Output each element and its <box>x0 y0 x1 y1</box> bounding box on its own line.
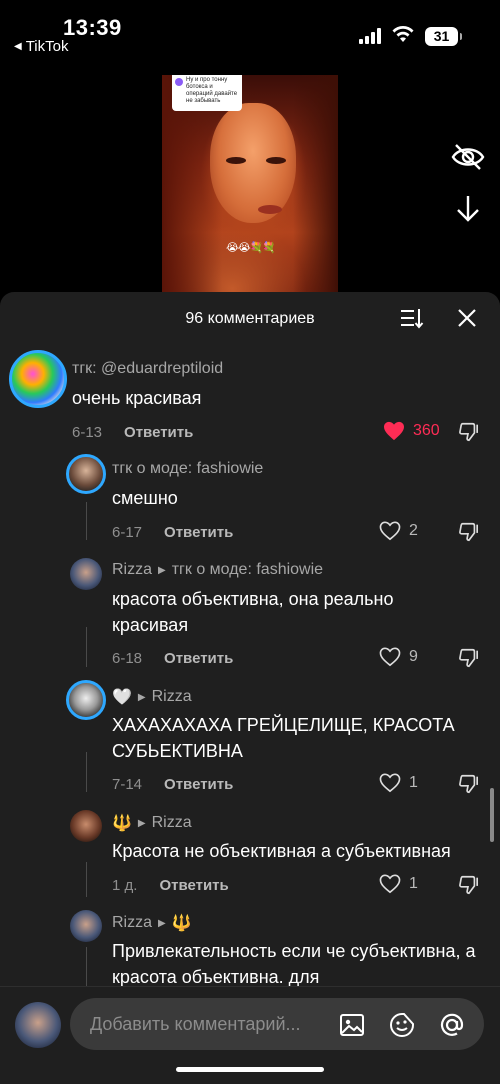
heart-outline-icon <box>379 521 401 541</box>
comment-text: красота объективна, она реально красивая <box>112 589 394 635</box>
reply-arrow-icon: ▶ <box>158 564 166 576</box>
like-count: 1 <box>409 774 418 791</box>
comment-composer: Добавить комментарий... <box>0 986 500 1084</box>
comment-text: очень красивая <box>72 388 202 408</box>
wifi-icon <box>392 26 414 42</box>
download-icon[interactable] <box>455 194 481 224</box>
comment-text: смешно <box>112 488 178 508</box>
comments-count-title: 96 комментариев <box>185 310 315 327</box>
back-app-label: TikTok <box>25 38 69 55</box>
comment-date: 1 д. <box>112 877 138 894</box>
close-icon[interactable] <box>456 307 478 329</box>
like-count: 360 <box>413 422 440 439</box>
comment-meta: 6-17 Ответить <box>112 524 233 541</box>
reply-button[interactable]: Ответить <box>164 776 233 793</box>
back-to-app-button[interactable]: ◀ TikTok <box>14 38 68 55</box>
comment-author[interactable]: тгк о моде: fashiowie <box>112 460 263 478</box>
my-avatar[interactable] <box>15 1002 61 1048</box>
heart-outline-icon <box>379 647 401 667</box>
comment-author[interactable]: тгк: @eduardreptiloid <box>72 360 223 378</box>
comments-sheet: 96 комментариев тгк: @eduardreptiloid оч… <box>0 292 500 1084</box>
question-icon <box>175 78 183 86</box>
sort-icon[interactable] <box>400 306 424 330</box>
avatar[interactable] <box>66 454 106 494</box>
comment-text: Привлекательность если че субъективна, а… <box>112 941 476 987</box>
video-face <box>210 103 296 223</box>
like-button[interactable]: 9 <box>379 647 418 667</box>
reply-button[interactable]: Ответить <box>124 424 193 441</box>
comment-input[interactable]: Добавить комментарий... <box>70 998 484 1050</box>
cellular-signal-icon <box>359 28 381 44</box>
video-player[interactable]: Ну и про тонну ботокса и операций давайт… <box>162 75 338 300</box>
heart-filled-icon <box>384 421 404 441</box>
comment-author[interactable]: 🤍 ▶ Rizza <box>112 687 192 707</box>
comment-text: ХАХАХАХАХА ГРЕЙЦЕЛИЩЕ, КРАСОТА СУБЬЕКТИВ… <box>112 715 455 761</box>
like-button[interactable]: 360 <box>383 421 440 441</box>
dislike-icon[interactable] <box>457 421 479 443</box>
reply-button[interactable]: Ответить <box>164 524 233 541</box>
video-emojis: 😭😭💐💐 <box>226 242 276 254</box>
status-time: 13:39 <box>63 15 122 40</box>
dislike-icon[interactable] <box>457 874 479 896</box>
dislike-icon[interactable] <box>457 773 479 795</box>
comment-author[interactable]: Rizza ▶ 🔱 <box>112 913 192 933</box>
heart-outline-icon <box>379 874 401 894</box>
comment-date: 6-13 <box>72 424 103 441</box>
like-count: 9 <box>409 648 418 665</box>
comment-author[interactable]: 🔱 ▶ Rizza <box>112 813 192 833</box>
comment-meta: 6-13 Ответить <box>72 424 193 441</box>
battery-indicator: 31 <box>425 27 462 46</box>
avatar[interactable] <box>70 558 102 590</box>
like-button[interactable]: 1 <box>379 874 418 894</box>
scrollbar[interactable] <box>490 788 494 842</box>
heart-outline-icon <box>379 773 401 793</box>
question-sticker: Ну и про тонну ботокса и операций давайт… <box>172 75 242 111</box>
like-button[interactable]: 1 <box>379 773 418 793</box>
comment-date: 7-14 <box>112 776 143 793</box>
avatar[interactable] <box>70 910 102 942</box>
dislike-icon[interactable] <box>457 647 479 669</box>
image-icon[interactable] <box>338 1011 366 1039</box>
reply-arrow-icon: ▶ <box>137 817 146 829</box>
avatar[interactable] <box>66 680 106 720</box>
reply-arrow-icon: ▶ <box>137 691 146 703</box>
like-count: 2 <box>409 522 418 539</box>
mention-icon[interactable] <box>438 1011 466 1039</box>
back-arrow-icon: ◀ <box>14 41 22 52</box>
like-count: 1 <box>409 875 418 892</box>
comment-text: Красота не объективная а субъективная <box>112 841 451 861</box>
comment-input-placeholder: Добавить комментарий... <box>90 1014 301 1034</box>
comment-date: 6-18 <box>112 650 143 667</box>
status-bar: 13:39 ◀ TikTok 31 <box>0 0 500 60</box>
comment-date: 6-17 <box>112 524 143 541</box>
comment-meta: 7-14 Ответить <box>112 776 233 793</box>
eye-off-icon[interactable] <box>451 143 485 171</box>
reply-button[interactable]: Ответить <box>159 877 228 894</box>
comment-meta: 1 д. Ответить <box>112 877 229 894</box>
reply-arrow-icon: ▶ <box>158 917 166 929</box>
home-indicator <box>176 1067 324 1072</box>
avatar[interactable] <box>70 810 102 842</box>
comment-author[interactable]: Rizza ▶ тгк о моде: fashiowie <box>112 561 323 579</box>
reply-button[interactable]: Ответить <box>164 650 233 667</box>
dislike-icon[interactable] <box>457 521 479 543</box>
comment-meta: 6-18 Ответить <box>112 650 233 667</box>
avatar[interactable] <box>9 350 67 408</box>
like-button[interactable]: 2 <box>379 521 418 541</box>
emoji-icon[interactable] <box>388 1011 416 1039</box>
